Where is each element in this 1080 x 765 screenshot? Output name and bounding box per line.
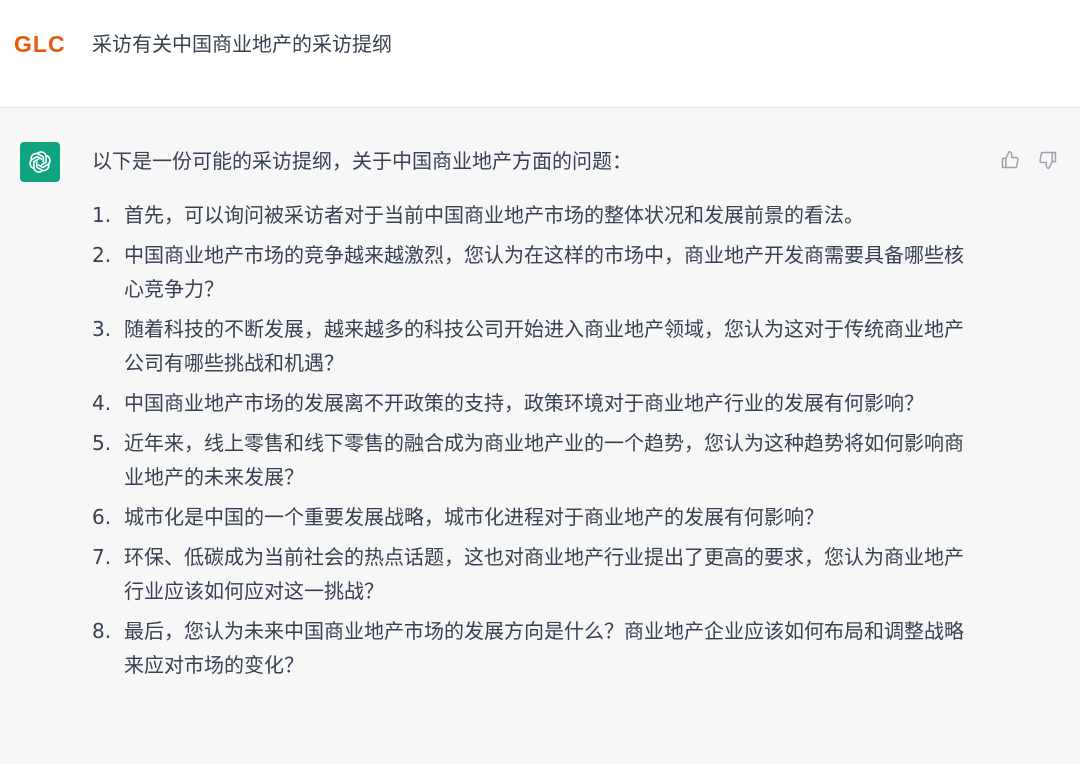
list-item: 7. 环保、低碳成为当前社会的热点话题，这也对商业地产行业提出了更高的要求，您认为… — [92, 540, 972, 608]
list-item-text: 中国商业地产市场的竞争越来越激烈，您认为在这样的市场中，商业地产开发商需要具备哪… — [124, 243, 964, 301]
list-item-number: 5. — [92, 431, 112, 455]
thumbs-up-button[interactable] — [998, 148, 1022, 172]
list-item-number: 2. — [92, 243, 112, 267]
list-item-number: 6. — [92, 505, 112, 529]
list-item-text: 最后，您认为未来中国商业地产市场的发展方向是什么？商业地产企业应该如何布局和调整… — [124, 619, 964, 677]
openai-logo-icon — [29, 151, 51, 173]
list-item: 3. 随着科技的不断发展，越来越多的科技公司开始进入商业地产领域，您认为这对于传统… — [92, 312, 972, 380]
interview-outline-list: 1. 首先，可以询问被采访者对于当前中国商业地产市场的整体状况和发展前景的看法。 … — [92, 198, 972, 682]
list-item-number: 7. — [92, 545, 112, 569]
assistant-avatar — [20, 142, 60, 182]
list-item-text: 随着科技的不断发展，越来越多的科技公司开始进入商业地产领域，您认为这对于传统商业… — [124, 317, 964, 375]
assistant-message-row: 以下是一份可能的采访提纲，关于中国商业地产方面的问题： 1. 首先，可以询问被采访… — [0, 108, 1080, 764]
feedback-buttons — [998, 148, 1060, 172]
list-item: 5. 近年来，线上零售和线下零售的融合成为商业地产业的一个趋势，您认为这种趋势将如… — [92, 426, 972, 494]
user-message-row: GLC 采访有关中国商业地产的采访提纲 — [0, 0, 1080, 108]
user-avatar: GLC — [14, 31, 66, 57]
thumbs-down-icon — [1039, 151, 1057, 170]
list-item-number: 1. — [92, 203, 112, 227]
user-message-text: 采访有关中国商业地产的采访提纲 — [92, 32, 392, 56]
list-item-text: 首先，可以询问被采访者对于当前中国商业地产市场的整体状况和发展前景的看法。 — [124, 203, 864, 227]
list-item-text: 中国商业地产市场的发展离不开政策的支持，政策环境对于商业地产行业的发展有何影响？ — [124, 391, 924, 415]
list-item-text: 环保、低碳成为当前社会的热点话题，这也对商业地产行业提出了更高的要求，您认为商业… — [124, 545, 964, 603]
assistant-intro: 以下是一份可能的采访提纲，关于中国商业地产方面的问题： — [92, 149, 632, 173]
list-item-number: 8. — [92, 619, 112, 643]
thumbs-down-button[interactable] — [1036, 148, 1060, 172]
list-item: 1. 首先，可以询问被采访者对于当前中国商业地产市场的整体状况和发展前景的看法。 — [92, 198, 972, 232]
list-item-text: 近年来，线上零售和线下零售的融合成为商业地产业的一个趋势，您认为这种趋势将如何影… — [124, 431, 964, 489]
thumbs-up-icon — [1001, 150, 1019, 169]
list-item-text: 城市化是中国的一个重要发展战略，城市化进程对于商业地产的发展有何影响？ — [124, 505, 824, 529]
list-item: 6. 城市化是中国的一个重要发展战略，城市化进程对于商业地产的发展有何影响？ — [92, 500, 972, 534]
list-item: 2. 中国商业地产市场的竞争越来越激烈，您认为在这样的市场中，商业地产开发商需要具… — [92, 238, 972, 306]
list-item: 4. 中国商业地产市场的发展离不开政策的支持，政策环境对于商业地产行业的发展有何影… — [92, 386, 972, 420]
assistant-message-content: 以下是一份可能的采访提纲，关于中国商业地产方面的问题： 1. 首先，可以询问被采访… — [92, 144, 972, 688]
list-item: 8. 最后，您认为未来中国商业地产市场的发展方向是什么？商业地产企业应该如何布局和… — [92, 614, 972, 682]
list-item-number: 4. — [92, 391, 112, 415]
list-item-number: 3. — [92, 317, 112, 341]
